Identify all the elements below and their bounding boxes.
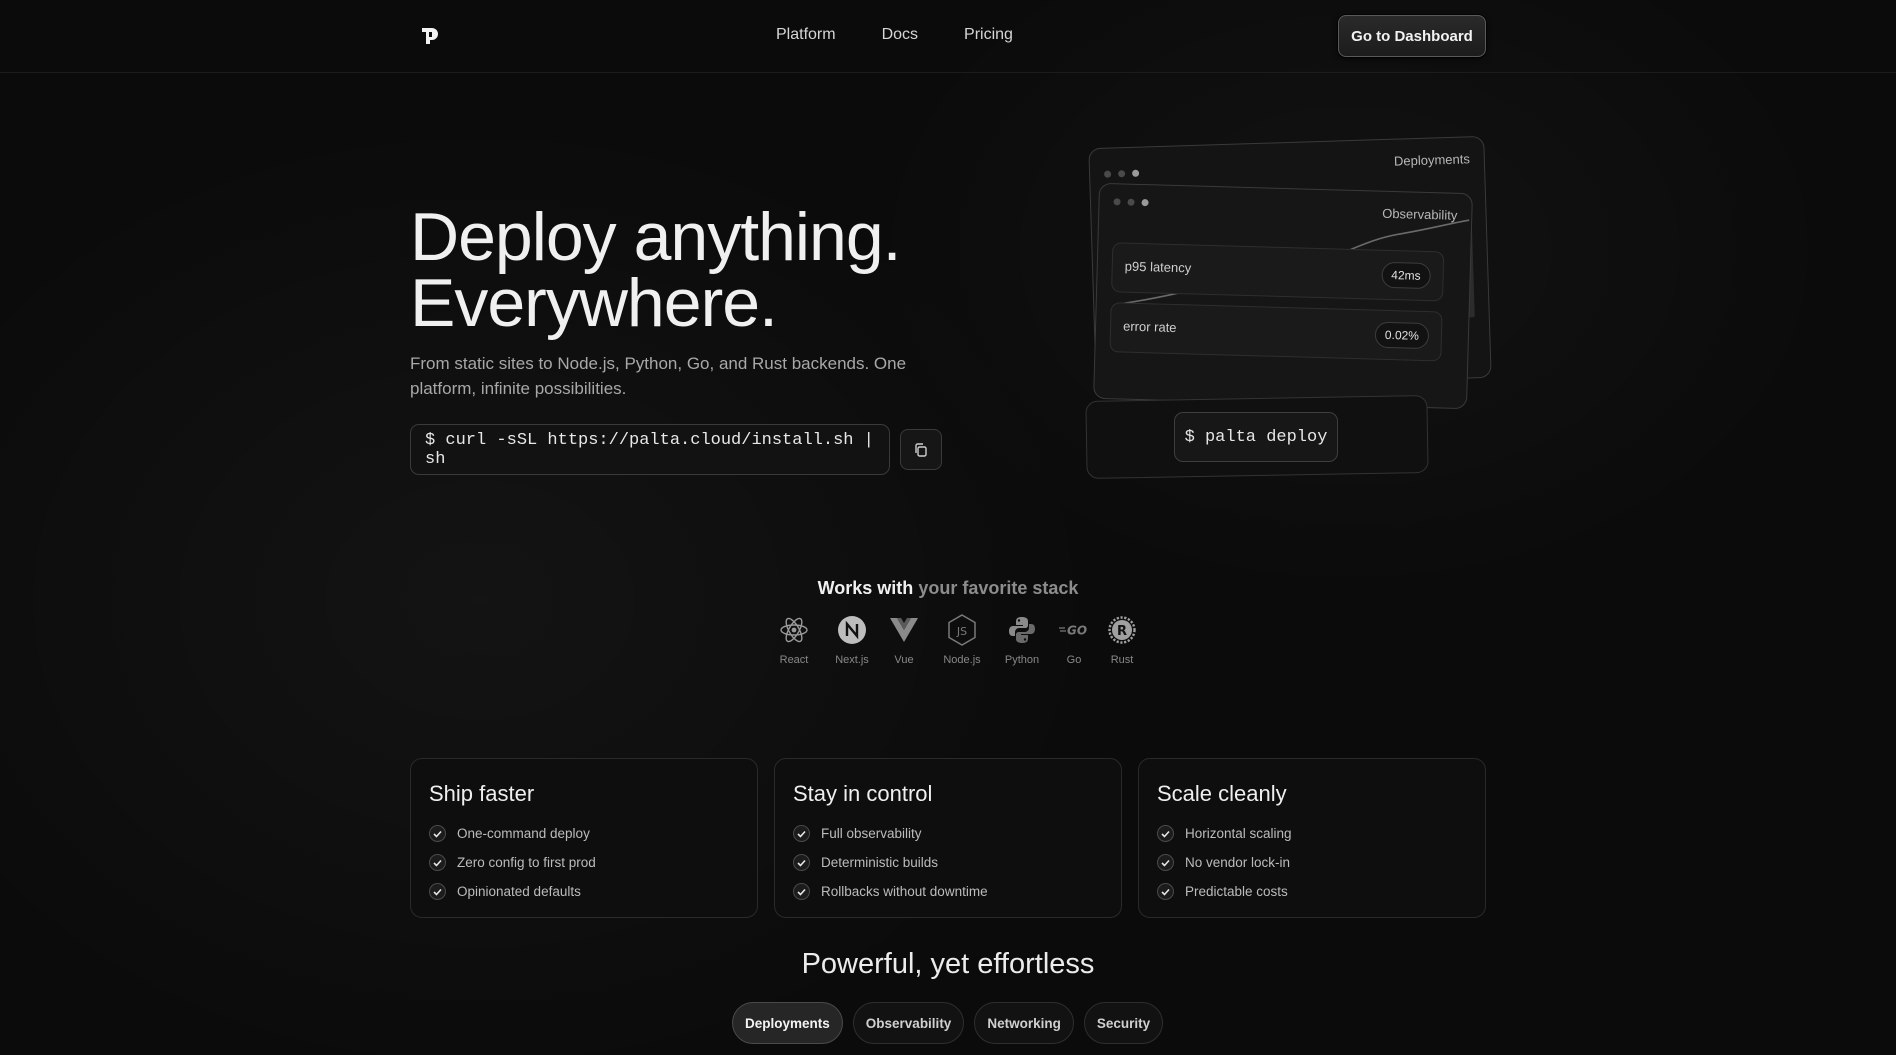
- stack-item-nextjs[interactable]: Next.js: [824, 614, 880, 666]
- feature-card-ship-faster: Ship faster One-command deploy Zero conf…: [410, 758, 758, 918]
- python-icon: [1009, 617, 1035, 643]
- feature-item: Predictable costs: [1157, 877, 1467, 906]
- check-icon: [429, 883, 446, 900]
- svg-text:GO: GO: [1067, 624, 1087, 638]
- feature-item-label: Horizontal scaling: [1185, 826, 1292, 841]
- hero-title-line1: Deploy anything.: [410, 199, 902, 275]
- feature-item-label: Opinionated defaults: [457, 884, 581, 899]
- feature-title: Stay in control: [793, 781, 933, 806]
- nodejs-icon: JS: [948, 614, 976, 646]
- stack-item-go[interactable]: GO Go: [1054, 614, 1094, 666]
- check-icon: [793, 883, 810, 900]
- feature-item-label: Rollbacks without downtime: [821, 884, 988, 899]
- deployments-card-title: Deployments: [1393, 151, 1471, 169]
- powerful-heading: Powerful, yet effortless: [801, 948, 1095, 980]
- tab-networking[interactable]: Networking: [974, 1002, 1074, 1044]
- check-icon: [793, 854, 810, 871]
- nav-links: Platform Docs Pricing: [776, 26, 1013, 44]
- feature-item-label: Predictable costs: [1185, 884, 1288, 899]
- feature-item: Zero config to first prod: [429, 848, 739, 877]
- vue-icon: [890, 618, 918, 642]
- metric-row-error-rate: error rate 0.02%: [1109, 302, 1443, 362]
- feature-item: Horizontal scaling: [1157, 819, 1467, 848]
- stack-label: Next.js: [835, 654, 869, 666]
- svg-text:R: R: [1117, 624, 1127, 639]
- top-nav: Platform Docs Pricing Go to Dashboard: [0, 0, 1896, 73]
- stack-label: Node.js: [943, 654, 981, 666]
- feature-item: Opinionated defaults: [429, 877, 739, 906]
- feature-item-label: No vendor lock-in: [1185, 855, 1291, 870]
- feature-item: Full observability: [793, 819, 1103, 848]
- stack-heading-bold: Works with: [817, 578, 914, 598]
- feature-item: One-command deploy: [429, 819, 739, 848]
- feature-title: Scale cleanly: [1157, 781, 1287, 806]
- nav-link-platform[interactable]: Platform: [776, 26, 836, 44]
- stack-item-python[interactable]: Python: [996, 614, 1048, 666]
- copy-icon: [915, 442, 927, 457]
- react-icon: [780, 617, 808, 643]
- feature-item-label: Full observability: [821, 826, 922, 841]
- check-icon: [1157, 825, 1174, 842]
- check-icon: [1157, 854, 1174, 871]
- check-icon: [793, 825, 810, 842]
- feature-title: Ship faster: [429, 781, 535, 806]
- stack-item-nodejs[interactable]: JS Node.js: [934, 614, 990, 666]
- check-icon: [429, 854, 446, 871]
- metric-row-latency: p95 latency 42ms: [1111, 242, 1445, 302]
- rust-icon: R: [1108, 616, 1136, 644]
- nav-link-pricing[interactable]: Pricing: [964, 26, 1013, 44]
- deploy-command: $ palta deploy: [1174, 412, 1338, 462]
- check-icon: [429, 825, 446, 842]
- metric-label: error rate: [1122, 318, 1177, 336]
- stack-label: React: [779, 654, 809, 666]
- stack-label: Go: [1066, 654, 1082, 666]
- go-to-dashboard-button[interactable]: Go to Dashboard: [1338, 15, 1486, 57]
- hero-title-line2: Everywhere.: [410, 265, 778, 341]
- tab-observability[interactable]: Observability: [852, 1002, 965, 1044]
- stack-logos: React Next.js Vue JS Node.js Python GO G…: [770, 614, 1142, 666]
- stack-heading: Works with your favorite stack: [0, 578, 1896, 599]
- observability-preview-card: Observability p95 latency 42ms error rat…: [1093, 182, 1473, 410]
- feature-item-label: One-command deploy: [457, 826, 590, 841]
- feature-item-label: Deterministic builds: [821, 855, 939, 870]
- tab-deployments[interactable]: Deployments: [732, 1002, 843, 1044]
- nav-link-docs[interactable]: Docs: [882, 26, 918, 44]
- feature-item: No vendor lock-in: [1157, 848, 1467, 877]
- hero-title: Deploy anything. Everywhere.: [410, 203, 902, 337]
- stack-item-rust[interactable]: R Rust: [1102, 614, 1142, 666]
- palta-logo[interactable]: [420, 26, 440, 46]
- stack-label: Vue: [894, 654, 914, 666]
- feature-item: Rollbacks without downtime: [793, 877, 1103, 906]
- feature-item-label: Zero config to first prod: [457, 855, 596, 870]
- window-dots: [1104, 169, 1140, 178]
- stack-item-react[interactable]: React: [770, 614, 818, 666]
- install-command[interactable]: $ curl -sSL https://palta.cloud/install.…: [410, 424, 890, 475]
- feature-card-scale-cleanly: Scale cleanly Horizontal scaling No vend…: [1138, 758, 1486, 918]
- hero-subtitle: From static sites to Node.js, Python, Go…: [410, 354, 907, 398]
- stack-label: Python: [1004, 654, 1040, 666]
- metric-label: p95 latency: [1124, 258, 1192, 276]
- check-icon: [1157, 883, 1174, 900]
- stack-heading-muted: your favorite stack: [918, 578, 1079, 598]
- nextjs-icon: [838, 616, 866, 644]
- feature-item: Deterministic builds: [793, 848, 1103, 877]
- metric-value-badge: 0.02%: [1374, 321, 1430, 350]
- metric-value-badge: 42ms: [1380, 261, 1431, 290]
- feature-tabs: Deployments Observability Networking Sec…: [732, 1002, 1164, 1044]
- tab-security[interactable]: Security: [1083, 1002, 1164, 1044]
- stack-label: Rust: [1110, 654, 1134, 666]
- stack-item-vue[interactable]: Vue: [880, 614, 928, 666]
- go-icon: GO: [1059, 624, 1087, 638]
- svg-text:JS: JS: [956, 625, 967, 638]
- feature-card-stay-in-control: Stay in control Full observability Deter…: [774, 758, 1122, 918]
- copy-command-button[interactable]: [900, 429, 942, 470]
